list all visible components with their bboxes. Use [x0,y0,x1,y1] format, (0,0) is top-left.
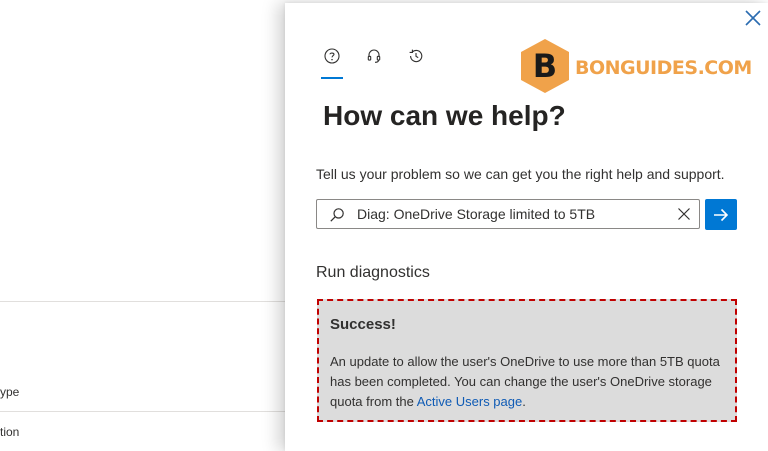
close-button[interactable] [743,8,763,28]
diagnostic-result: Success! An update to allow the user's O… [317,299,737,422]
search-icon [330,208,344,222]
run-diagnostics-heading: Run diagnostics [316,264,430,281]
background-divider [0,301,300,302]
result-suffix: . [522,394,526,409]
tab-selected-indicator [321,77,343,79]
help-circle-icon [324,48,340,64]
background-divider [0,411,300,412]
active-users-link[interactable]: Active Users page [417,394,523,409]
close-icon [745,10,761,26]
arrow-right-icon [714,208,729,222]
help-panel: B BONGUIDES.COM How can we help? Tell us… [285,3,768,451]
headset-icon [367,49,381,63]
history-icon [409,49,423,63]
logo-letter: B [533,47,557,85]
result-title: Success! [330,316,396,333]
search-input[interactable] [357,204,657,224]
background-field-label: ype [0,385,20,399]
search-box [316,199,700,229]
logo-badge: B [521,39,569,93]
help-description: Tell us your problem so we can get you t… [316,166,725,182]
tab-contact-support[interactable] [363,45,385,81]
result-message: An update to allow the user's OneDrive t… [330,352,730,412]
background-field-label: tion [0,425,20,439]
bonguides-logo: B BONGUIDES.COM [517,36,752,96]
tab-history[interactable] [405,45,427,81]
tab-help[interactable] [321,45,343,81]
clear-icon[interactable] [677,207,691,221]
page-title: How can we help? [323,100,566,131]
search-submit-button[interactable] [705,199,737,230]
logo-text: BONGUIDES.COM [575,57,752,79]
